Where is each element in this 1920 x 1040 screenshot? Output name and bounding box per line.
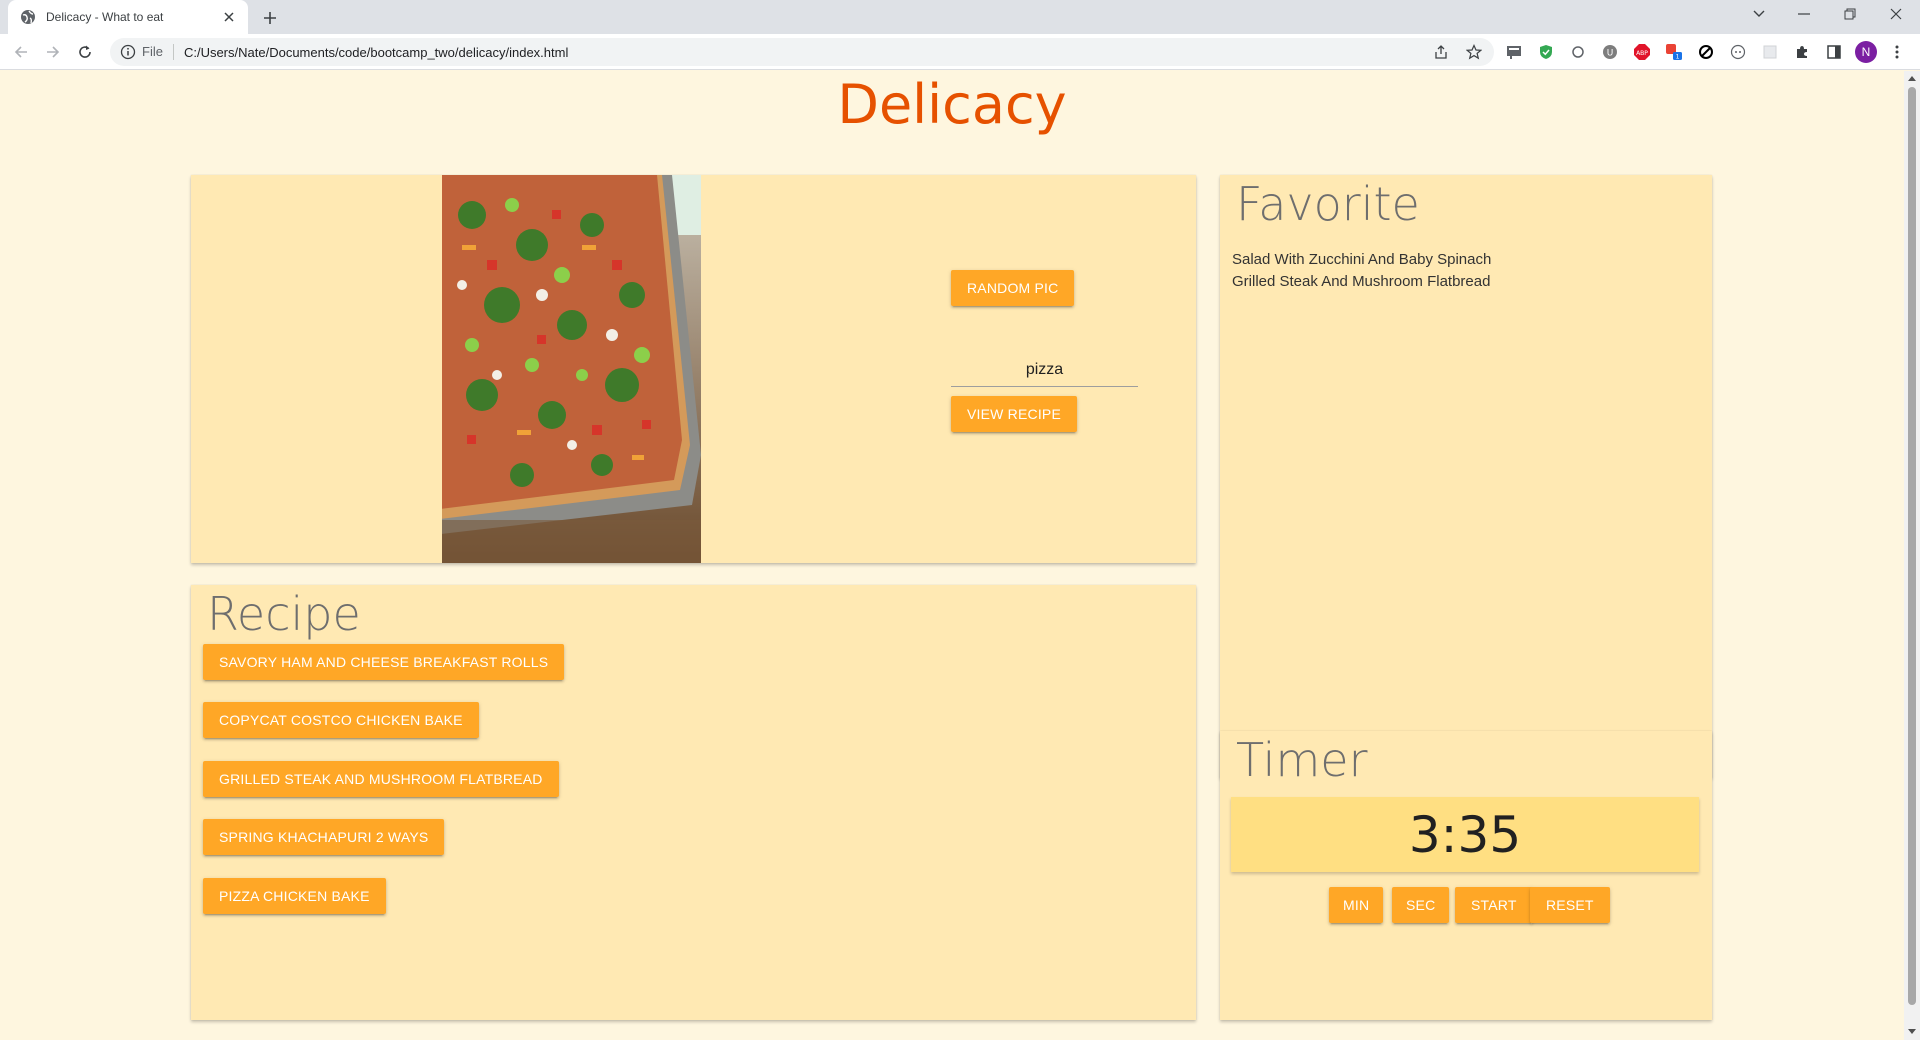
- browser-tab[interactable]: Delicacy - What to eat: [8, 0, 248, 34]
- recipe-button[interactable]: GRILLED STEAK AND MUSHROOM FLATBREAD: [203, 761, 559, 797]
- info-icon[interactable]: [120, 44, 136, 60]
- page-title: Delicacy: [837, 73, 1067, 136]
- random-pic-button[interactable]: RANDOM PIC: [951, 270, 1075, 306]
- translate-badge-icon[interactable]: 1: [1664, 42, 1684, 62]
- shield-check-icon[interactable]: [1536, 42, 1556, 62]
- svg-text:U: U: [1607, 49, 1614, 59]
- timer-heading: Timer: [1236, 733, 1368, 787]
- svg-text:1: 1: [1676, 54, 1680, 61]
- puzzle-icon[interactable]: [1792, 42, 1812, 62]
- view-recipe-button[interactable]: VIEW RECIPE: [951, 396, 1077, 432]
- kebab-menu-icon[interactable]: [1887, 42, 1907, 62]
- timer-sec-button[interactable]: SEC: [1392, 887, 1450, 923]
- close-window-icon[interactable]: [1873, 0, 1919, 28]
- svg-text:ABP: ABP: [1636, 50, 1648, 57]
- bookmark-star-icon[interactable]: [1462, 40, 1486, 64]
- back-icon[interactable]: [10, 41, 32, 63]
- new-tab-icon[interactable]: [259, 7, 281, 29]
- url-text: C:/Users/Nate/Documents/code/bootcamp_tw…: [183, 44, 569, 60]
- share-icon[interactable]: [1429, 40, 1453, 64]
- tab-title: Delicacy - What to eat: [46, 10, 164, 24]
- block-icon[interactable]: [1696, 42, 1716, 62]
- scroll-up-arrow-icon[interactable]: [1908, 76, 1916, 81]
- dots-circle-icon[interactable]: [1728, 42, 1748, 62]
- pizza-photo-image: [442, 175, 701, 563]
- page-viewport: Delicacy RANDOM PIC pizza VIEW RECIPE Fa…: [0, 71, 1904, 1040]
- globe-icon: [20, 9, 36, 25]
- extension-flag-icon[interactable]: [1504, 42, 1524, 62]
- recipe-button[interactable]: SPRING KHACHAPURI 2 WAYS: [203, 819, 445, 855]
- forward-icon[interactable]: [42, 41, 64, 63]
- scroll-down-arrow-icon[interactable]: [1908, 1029, 1916, 1034]
- timer-display: 3:35: [1231, 797, 1699, 872]
- recipe-search-input[interactable]: [951, 353, 1138, 387]
- address-bar[interactable]: File C:/Users/Nate/Documents/code/bootca…: [110, 38, 1494, 66]
- side-panel-icon[interactable]: [1824, 42, 1844, 62]
- adblock-icon[interactable]: ABP: [1632, 42, 1652, 62]
- page-scrollbar[interactable]: [1904, 71, 1920, 1040]
- reload-icon[interactable]: [74, 41, 96, 63]
- recipe-button[interactable]: COPYCAT COSTCO CHICKEN BAKE: [203, 702, 479, 738]
- url-scheme-label: File: [142, 44, 174, 60]
- restore-icon[interactable]: [1827, 0, 1873, 28]
- timer-start-button[interactable]: START: [1455, 887, 1533, 923]
- tab-search-icon[interactable]: [1736, 0, 1782, 28]
- minimize-icon[interactable]: [1781, 0, 1827, 28]
- close-tab-icon[interactable]: [220, 8, 238, 26]
- recipe-heading: Recipe: [207, 587, 361, 641]
- scrollbar-thumb[interactable]: [1908, 87, 1916, 1005]
- timer-min-button[interactable]: MIN: [1329, 887, 1384, 923]
- favorite-item[interactable]: Grilled Steak And Mushroom Flatbread: [1232, 273, 1490, 290]
- ublock-icon[interactable]: U: [1600, 42, 1620, 62]
- favorite-heading: Favorite: [1236, 177, 1420, 231]
- timer-reset-button[interactable]: RESET: [1530, 887, 1610, 923]
- profile-avatar[interactable]: N: [1855, 41, 1877, 63]
- recipe-button[interactable]: PIZZA CHICKEN BAKE: [203, 878, 386, 914]
- favorite-item[interactable]: Salad With Zucchini And Baby Spinach: [1232, 251, 1491, 268]
- recipe-button[interactable]: SAVORY HAM AND CHEESE BREAKFAST ROLLS: [203, 644, 565, 680]
- circle-extension-icon[interactable]: [1568, 42, 1588, 62]
- food-photo: [442, 175, 701, 563]
- browser-tab-strip: Delicacy - What to eat: [0, 0, 1920, 34]
- blank-extension-icon[interactable]: [1760, 42, 1780, 62]
